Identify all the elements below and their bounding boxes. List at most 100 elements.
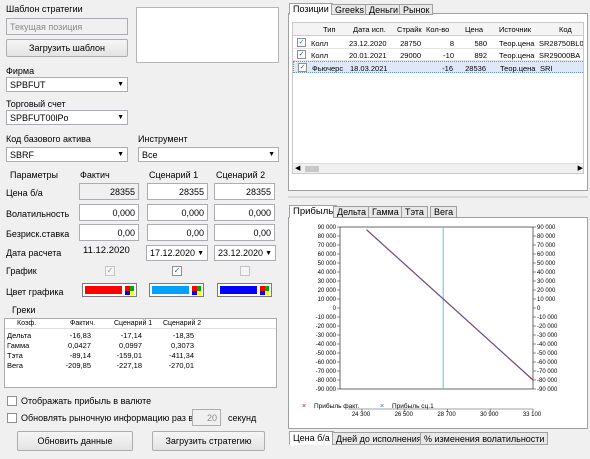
splitter[interactable] (288, 196, 588, 198)
greek-value-cell: -17,14 (120, 331, 142, 340)
position-cell-type: Колл (311, 51, 329, 60)
price-label: Цена б/а (6, 188, 43, 198)
profit-chart: 90 000 90 000 80 000 80 000 70 000 70 000 60 0… (302, 225, 558, 418)
position-checkbox[interactable]: ✓ (298, 63, 307, 72)
greek-value-cell: -227,18 (116, 361, 142, 370)
rate-s2-field[interactable]: 0,00 (214, 224, 275, 241)
tab-greeks[interactable]: Greeks (331, 4, 369, 15)
scroll-thumb[interactable] (305, 166, 319, 172)
position-cell-qty: 8 (449, 39, 454, 48)
base-asset-select[interactable]: SBRF ▼ (6, 147, 128, 162)
position-cell-price: 580 (474, 39, 487, 48)
positions-header-cell: Тип (323, 25, 336, 34)
position-row[interactable]: ✓ Фьючерс 18.03.2021 -16 28536 Теор.цена SRI (293, 61, 583, 73)
greeks-header-row: Коэф. Фактич. Сценарий 1 Сценарий 2 (5, 319, 276, 329)
date-s2-picker[interactable]: 23.12.2020 ▼ (214, 245, 276, 261)
vol-s2-field[interactable]: 0,000 (214, 204, 275, 221)
instrument-select[interactable]: Все ▼ (138, 147, 279, 162)
tab-theta[interactable]: Тэта (401, 206, 428, 218)
chart-s2-checkbox[interactable] (240, 266, 250, 276)
account-select[interactable]: SPBFUT00lPo ▼ (6, 110, 128, 125)
template-input[interactable]: Текущая позиция (6, 18, 128, 35)
x-tick-label: 26 500 (395, 412, 414, 418)
y-tick-label-right: 70 000 (537, 243, 556, 249)
positions-hscrollbar[interactable]: ◀ ▶ (293, 163, 583, 173)
positions-header-cell: Страйк (397, 25, 422, 34)
tab-volatility-change[interactable]: % изменения волатильности (420, 432, 549, 445)
y-tick-label: 90 000 (318, 225, 337, 231)
y-tick-label: -50 000 (316, 351, 337, 357)
refresh-checkbox[interactable] (7, 413, 17, 423)
y-tick-label: 50 000 (318, 261, 337, 267)
date-s1-picker[interactable]: 17.12.2020 ▼ (146, 245, 208, 261)
greek-value-cell: 0,0427 (68, 341, 91, 350)
positions-header-cell: Кол-во (426, 25, 450, 34)
position-checkbox[interactable]: ✓ (297, 50, 306, 59)
positions-header-cell: Цена (465, 25, 484, 34)
scroll-left-icon[interactable]: ◀ (295, 164, 300, 172)
price-s1-field[interactable]: 28355 (147, 183, 208, 200)
vol-fact-field[interactable]: 0,000 (79, 204, 139, 221)
firm-select[interactable]: SPBFUT ▼ (6, 77, 128, 92)
greek-value-cell: -18,35 (172, 331, 194, 340)
tab-money[interactable]: Деньги (365, 4, 403, 15)
chevron-down-icon: ▼ (268, 151, 275, 158)
positions-header-cell: Дата исп. (353, 25, 386, 34)
tab-profit[interactable]: Прибыль (289, 205, 338, 218)
greek-value-cell: -270,01 (168, 361, 194, 370)
y-tick-label-right: 50 000 (537, 261, 556, 267)
position-checkbox[interactable]: ✓ (297, 38, 306, 47)
update-data-button[interactable]: Обновить данные (17, 431, 133, 451)
load-template-button[interactable]: Загрузить шаблон (6, 39, 128, 57)
x-tick-label: 24 300 (352, 412, 371, 418)
tab-market[interactable]: Рынок (399, 4, 434, 15)
greek-name-cell: Дельта (7, 331, 32, 340)
greek-value-cell: -411,34 (169, 351, 194, 360)
load-strategy-button[interactable]: Загрузить стратегию (152, 431, 265, 451)
position-row[interactable]: ✓ Колл 20.01.2021 29000 -10 892 Теор.цена SR290… (293, 49, 583, 61)
y-tick-label: -80 000 (316, 378, 337, 384)
y-tick-label-right: -30 000 (537, 333, 558, 339)
tab-days-to-expiry[interactable]: Дней до исполнения (332, 432, 426, 445)
account-label: Торговый счет (6, 99, 66, 109)
price-s2-field[interactable]: 28355 (214, 183, 275, 200)
color-s2-picker[interactable] (217, 283, 272, 297)
base-asset-label: Код базового актива (6, 134, 91, 144)
color-s1-swatch (152, 286, 189, 294)
y-tick-label: 10 000 (318, 297, 337, 303)
rate-fact-field[interactable]: 0,00 (79, 224, 139, 241)
tab-underlying-price[interactable]: Цена б/а (289, 431, 334, 445)
firm-label: Фирма (6, 66, 35, 76)
tab-positions[interactable]: Позиции (289, 3, 333, 15)
y-tick-label-right: 20 000 (537, 288, 556, 294)
position-row[interactable]: ✓ Колл 23.12.2020 28750 8 580 Теор.цена SR28750… (293, 37, 583, 49)
refresh-label: Обновлять рыночную информацию раз в (21, 413, 194, 423)
y-tick-label: 70 000 (318, 243, 337, 249)
chart-s1-checkbox[interactable]: ✓ (172, 266, 182, 276)
color-s1-picker[interactable] (149, 283, 204, 297)
scroll-right-icon[interactable]: ▶ (578, 164, 583, 172)
plot-area (339, 226, 534, 390)
account-value: SPBFUT00lPo (10, 112, 69, 123)
firm-value: SPBFUT (10, 79, 46, 90)
chevron-down-icon: ▼ (197, 249, 204, 257)
position-cell-price: 28536 (465, 64, 486, 73)
price-fact-field: 28355 (79, 183, 139, 200)
refresh-interval-field[interactable]: 20 (192, 409, 221, 426)
x-tick-label: 28 700 (437, 412, 456, 418)
date-s2-value: 23.12.2020 (218, 248, 264, 258)
tab-delta[interactable]: Дельта (333, 206, 371, 218)
vol-s1-field[interactable]: 0,000 (147, 204, 208, 221)
position-cell-type: Фьючерс (312, 64, 344, 73)
position-cell-qty: -16 (442, 64, 453, 73)
positions-header-row: Тип Дата исп. Страйк Кол-во Цена Источни… (293, 23, 583, 36)
y-tick-label: -90 000 (316, 387, 337, 393)
show-currency-checkbox[interactable] (7, 396, 17, 406)
greeks-title: Греки (12, 305, 36, 315)
legend-marker-fact: × (302, 403, 306, 410)
rate-s1-field[interactable]: 0,00 (147, 224, 208, 241)
tab-gamma[interactable]: Гамма (368, 206, 403, 218)
color-fact-picker[interactable] (82, 283, 137, 297)
date-s1-value: 17.12.2020 (150, 248, 196, 258)
tab-vega[interactable]: Вега (430, 206, 458, 218)
